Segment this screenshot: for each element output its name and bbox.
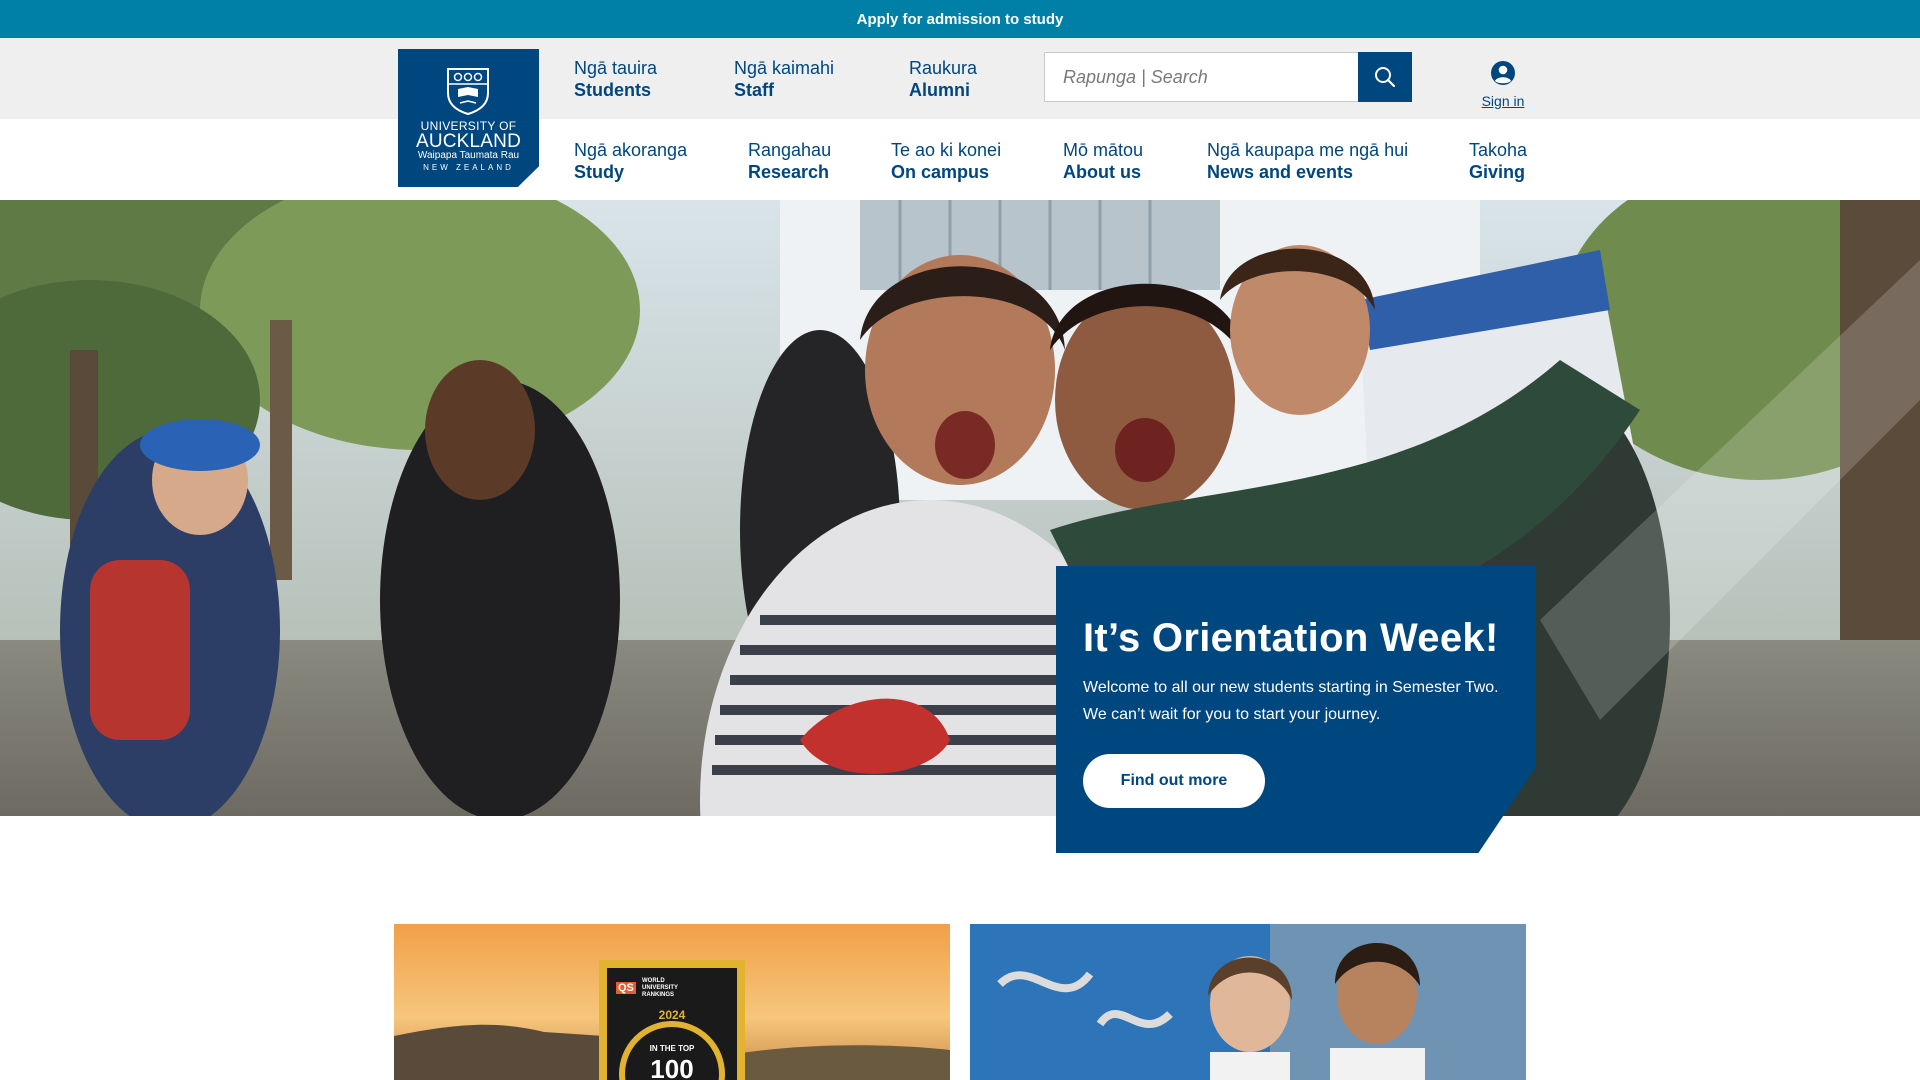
nav-study-maori: Ngā akoranga (574, 140, 688, 160)
nav-students-maori: Ngā tauira (574, 58, 658, 78)
nav-study-english: Study (574, 162, 625, 182)
search-button[interactable] (1358, 52, 1412, 102)
search-icon (1375, 67, 1396, 88)
rankings-badge-in-top: IN THE TOP (649, 1044, 695, 1053)
rankings-badge-label: WORLD UNIVERSITY RANKINGS (642, 978, 678, 998)
nav-alumni[interactable]: Raukura Alumni (909, 57, 977, 101)
sign-in-label: Sign in (1481, 93, 1525, 109)
nav-on-campus[interactable]: Te ao ki konei On campus (891, 139, 1001, 183)
nav-news-and-events[interactable]: Ngā kaupapa me ngā hui News and events (1207, 139, 1408, 183)
logo-line-new-zealand: NEW ZEALAND (423, 163, 514, 172)
hero-callout: It’s Orientation Week! Welcome to all ou… (1056, 566, 1536, 853)
user-icon (1491, 61, 1515, 85)
nav-on-campus-maori: Te ao ki konei (891, 140, 1002, 160)
apply-admission-link[interactable]: Apply for admission to study (857, 11, 1064, 28)
nav-alumni-maori: Raukura (909, 58, 978, 78)
nav-on-campus-english: On campus (891, 162, 990, 182)
crest-icon (447, 68, 489, 115)
logo-line-maori-name: Waipapa Taumata Rau (417, 150, 520, 161)
nav-study[interactable]: Ngā akoranga Study (574, 139, 687, 183)
admission-bar: Apply for admission to study (0, 0, 1920, 38)
hero-title: It’s Orientation Week! (1083, 616, 1499, 660)
nav-students[interactable]: Ngā tauira Students (574, 57, 657, 101)
nav-alumni-english: Alumni (909, 80, 970, 100)
nav-giving[interactable]: Takoha Giving (1469, 139, 1527, 183)
nav-staff-maori: Ngā kaimahi (734, 58, 835, 78)
search-box (1044, 52, 1412, 102)
nav-giving-english: Giving (1469, 162, 1526, 182)
nav-research-english: Research (748, 162, 830, 182)
hero-image (0, 200, 1920, 816)
nav-news-maori: Ngā kaupapa me ngā hui (1207, 140, 1409, 160)
card-rankings[interactable]: QS WORLD UNIVERSITY RANKINGS 2024 IN THE… (394, 924, 950, 1080)
nav-about-us[interactable]: Mō mātou About us (1063, 139, 1143, 183)
card-students[interactable] (970, 924, 1526, 1080)
university-logo[interactable]: UNIVERSITY OF AUCKLAND Waipapa Taumata R… (398, 49, 539, 187)
nav-staff[interactable]: Ngā kaimahi Staff (734, 57, 834, 101)
nav-about-us-english: About us (1063, 162, 1141, 182)
rankings-badge-qs: QS (616, 982, 636, 994)
students-image (970, 924, 1526, 1080)
hero-text: Welcome to all our new students starting… (1083, 679, 1499, 723)
nav-news-english: News and events (1207, 162, 1354, 182)
rankings-badge-number: 100 (650, 1054, 694, 1080)
find-out-more-button[interactable]: Find out more (1083, 754, 1265, 808)
nav-about-us-maori: Mō mātou (1063, 140, 1144, 160)
nav-research-maori: Rangahau (748, 140, 832, 160)
nav-staff-english: Staff (734, 80, 774, 100)
nav-research[interactable]: Rangahau Research (748, 139, 831, 183)
search-input[interactable] (1045, 53, 1373, 101)
rankings-badge-year: 2024 (658, 1008, 686, 1022)
nav-students-english: Students (574, 80, 652, 100)
sign-in-link[interactable]: Sign in (1474, 60, 1532, 109)
nav-giving-maori: Takoha (1469, 140, 1528, 160)
